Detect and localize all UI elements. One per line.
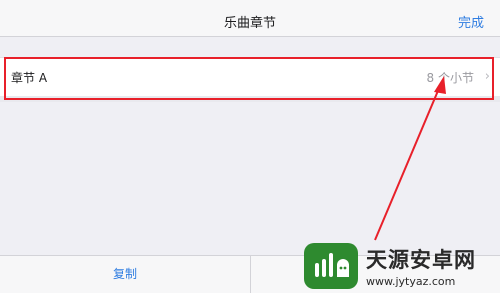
watermark: 天源安卓网 www.jytyaz.com (302, 240, 500, 292)
watermark-url: www.jytyaz.com (366, 275, 456, 288)
nav-bar: 乐曲章节 完成 (0, 0, 500, 37)
toolbar-divider (250, 256, 251, 293)
watermark-name: 天源安卓网 (366, 248, 476, 272)
page-title: 乐曲章节 (223, 16, 276, 31)
copy-button[interactable]: 复制 (0, 256, 250, 293)
section-row[interactable]: 章节 A 8 个小节 › (0, 57, 500, 97)
section-list: 章节 A 8 个小节 › (0, 37, 500, 254)
watermark-text: 天源安卓网 www.jytyaz.com (366, 244, 476, 288)
done-button[interactable]: 完成 (458, 12, 484, 31)
chevron-right-icon: › (484, 69, 490, 84)
android-logo-icon (304, 243, 358, 289)
row-divider (0, 96, 500, 102)
section-name: 章节 A (11, 71, 48, 85)
measure-count: 8 个小节 (426, 71, 474, 85)
